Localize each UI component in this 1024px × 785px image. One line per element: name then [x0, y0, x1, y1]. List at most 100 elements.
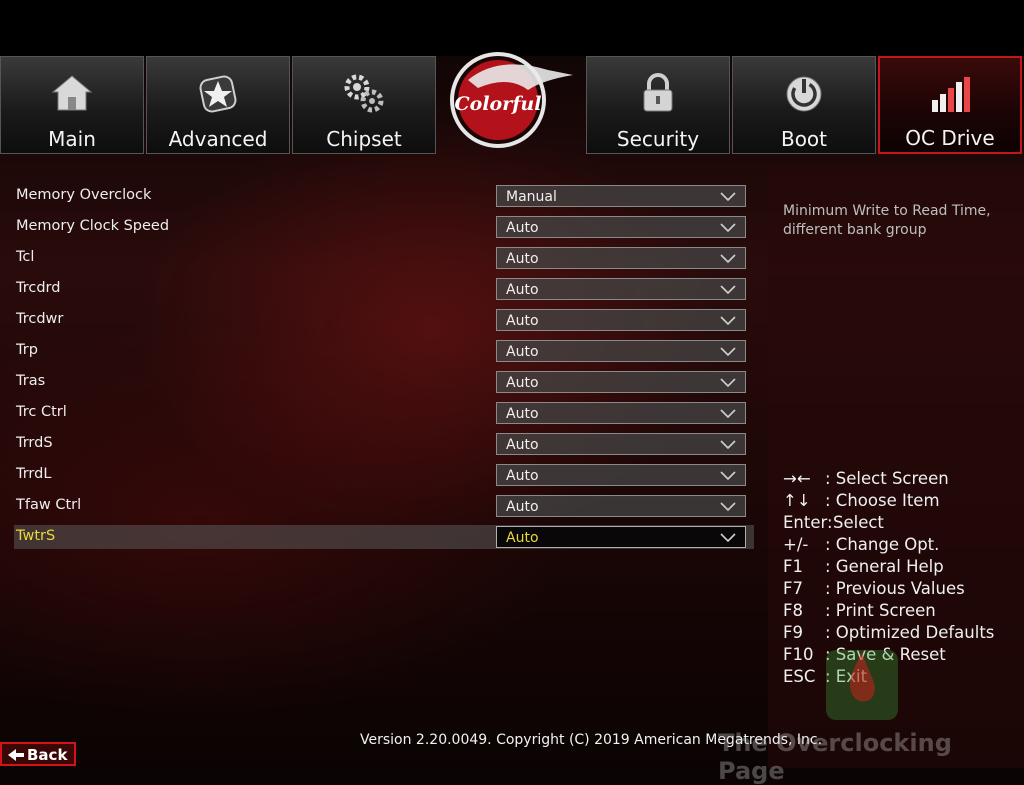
key-label: ↑↓	[783, 491, 811, 510]
help-text: Minimum Write to Read Time, different ba…	[783, 203, 991, 238]
dropdown-value: Auto	[506, 530, 539, 546]
setting-row-trp[interactable]: Trp Auto	[14, 339, 754, 363]
key-help-line: F9 : Optimized Defaults	[783, 622, 994, 644]
chevron-down-icon	[720, 409, 736, 419]
setting-dropdown[interactable]: Auto	[496, 495, 746, 517]
setting-row-trrdl[interactable]: TrrdL Auto	[14, 463, 754, 487]
key-label: ESC	[783, 667, 816, 686]
key-help-line: Enter:Select	[783, 512, 994, 534]
dropdown-value: Auto	[506, 437, 539, 453]
key-help-line: ↑↓ : Choose Item	[783, 490, 994, 512]
dropdown-value: Auto	[506, 220, 539, 236]
setting-row-memory-clock-speed[interactable]: Memory Clock Speed Auto	[14, 215, 754, 239]
dropdown-value: Manual	[506, 189, 557, 205]
chevron-down-icon	[720, 316, 736, 326]
key-desc: : Change Opt.	[825, 535, 940, 554]
chevron-down-icon	[720, 378, 736, 388]
setting-dropdown[interactable]: Auto	[496, 278, 746, 300]
key-help-line: +/-: Change Opt.	[783, 534, 994, 556]
colorful-logo: Colorful	[450, 52, 573, 148]
dropdown-value: Auto	[506, 282, 539, 298]
key-desc: : Optimized Defaults	[825, 623, 995, 642]
key-help-line: F7: Previous Values	[783, 578, 994, 600]
tab-chipset[interactable]: Chipset	[292, 56, 436, 154]
setting-dropdown[interactable]: Auto	[496, 464, 746, 486]
top-bar	[0, 0, 1024, 56]
tab-label: Chipset	[326, 127, 402, 151]
tab-oc-drive[interactable]: OC Drive	[878, 56, 1022, 154]
setting-row-tfaw-ctrl[interactable]: Tfaw Ctrl Auto	[14, 494, 754, 518]
tab-advanced[interactable]: Advanced	[146, 56, 290, 154]
setting-row-trrds[interactable]: TrrdS Auto	[14, 432, 754, 456]
tab-label: Security	[616, 127, 700, 151]
setting-label: Tcl	[16, 249, 35, 265]
setting-label: Trcdwr	[16, 311, 64, 327]
back-label: Back	[27, 746, 68, 764]
chevron-down-icon	[720, 254, 736, 264]
tab-boot[interactable]: Boot	[732, 56, 876, 154]
setting-row-tcl[interactable]: Tcl Auto	[14, 246, 754, 270]
key-desc: : Select Screen	[825, 469, 949, 488]
dropdown-value: Auto	[506, 313, 539, 329]
tab-label: OC Drive	[905, 126, 995, 150]
tab-security[interactable]: Security	[586, 56, 730, 154]
gears-icon	[344, 74, 384, 113]
setting-row-trc-ctrl[interactable]: Trc Ctrl Auto	[14, 401, 754, 425]
key-label: F9	[783, 623, 803, 642]
dropdown-value: Auto	[506, 468, 539, 484]
setting-dropdown[interactable]: Auto	[496, 371, 746, 393]
dropdown-value: Auto	[506, 344, 539, 360]
bar-chart-icon	[932, 77, 970, 112]
setting-dropdown[interactable]: Auto	[496, 247, 746, 269]
power-icon	[786, 76, 822, 112]
home-icon	[51, 75, 93, 111]
dropdown-value: Auto	[506, 406, 539, 422]
back-arrow-icon	[8, 749, 24, 761]
setting-label: Trc Ctrl	[16, 404, 67, 420]
setting-dropdown[interactable]: Auto	[496, 402, 746, 424]
setting-label: Tras	[16, 373, 46, 389]
key-desc: : Print Screen	[825, 601, 936, 620]
setting-row-memory-overclock[interactable]: Memory Overclock Manual	[14, 184, 754, 208]
chevron-down-icon	[720, 502, 736, 512]
key-label: F8	[783, 601, 803, 620]
chevron-down-icon	[720, 471, 736, 481]
setting-label: Tfaw Ctrl	[16, 497, 82, 513]
setting-dropdown[interactable]: Auto	[496, 526, 746, 548]
logo-text: Colorful	[455, 93, 542, 115]
chevron-down-icon	[720, 223, 736, 233]
tab-label: Advanced	[168, 127, 268, 151]
setting-label: Memory Overclock	[16, 187, 152, 203]
watermark-text: The Overclocking Page	[718, 729, 952, 785]
key-label: F10	[783, 645, 814, 664]
setting-row-twtrs[interactable]: TwtrS Auto	[14, 525, 754, 549]
setting-row-tras[interactable]: Tras Auto	[14, 370, 754, 394]
key-desc: Select	[833, 513, 884, 532]
setting-dropdown[interactable]: Auto	[496, 340, 746, 362]
chevron-down-icon	[720, 285, 736, 295]
dropdown-value: Auto	[506, 251, 539, 267]
setting-label: TrrdS	[16, 435, 53, 451]
key-help-line: →← : Select Screen	[783, 468, 994, 490]
setting-label: Memory Clock Speed	[16, 218, 170, 234]
setting-row-trcdrd[interactable]: Trcdrd Auto	[14, 277, 754, 301]
setting-dropdown[interactable]: Auto	[496, 216, 746, 238]
chevron-down-icon	[720, 347, 736, 357]
back-button[interactable]: Back	[0, 742, 76, 766]
setting-label: TrrdL	[16, 466, 52, 482]
key-desc: : Choose Item	[825, 491, 940, 510]
tab-main[interactable]: Main	[0, 56, 144, 154]
setting-dropdown[interactable]: Auto	[496, 433, 746, 455]
tab-label: Main	[48, 127, 96, 151]
dropdown-value: Auto	[506, 375, 539, 391]
key-desc: : General Help	[825, 557, 944, 576]
key-desc: : Previous Values	[825, 579, 965, 598]
chevron-down-icon	[720, 533, 736, 543]
key-label: F1	[783, 557, 803, 576]
setting-label: Trcdrd	[16, 280, 61, 296]
setting-dropdown[interactable]: Manual	[496, 185, 746, 207]
setting-row-trcdwr[interactable]: Trcdwr Auto	[14, 308, 754, 332]
chevron-down-icon	[720, 440, 736, 450]
setting-dropdown[interactable]: Auto	[496, 309, 746, 331]
key-label: →←	[783, 469, 811, 488]
